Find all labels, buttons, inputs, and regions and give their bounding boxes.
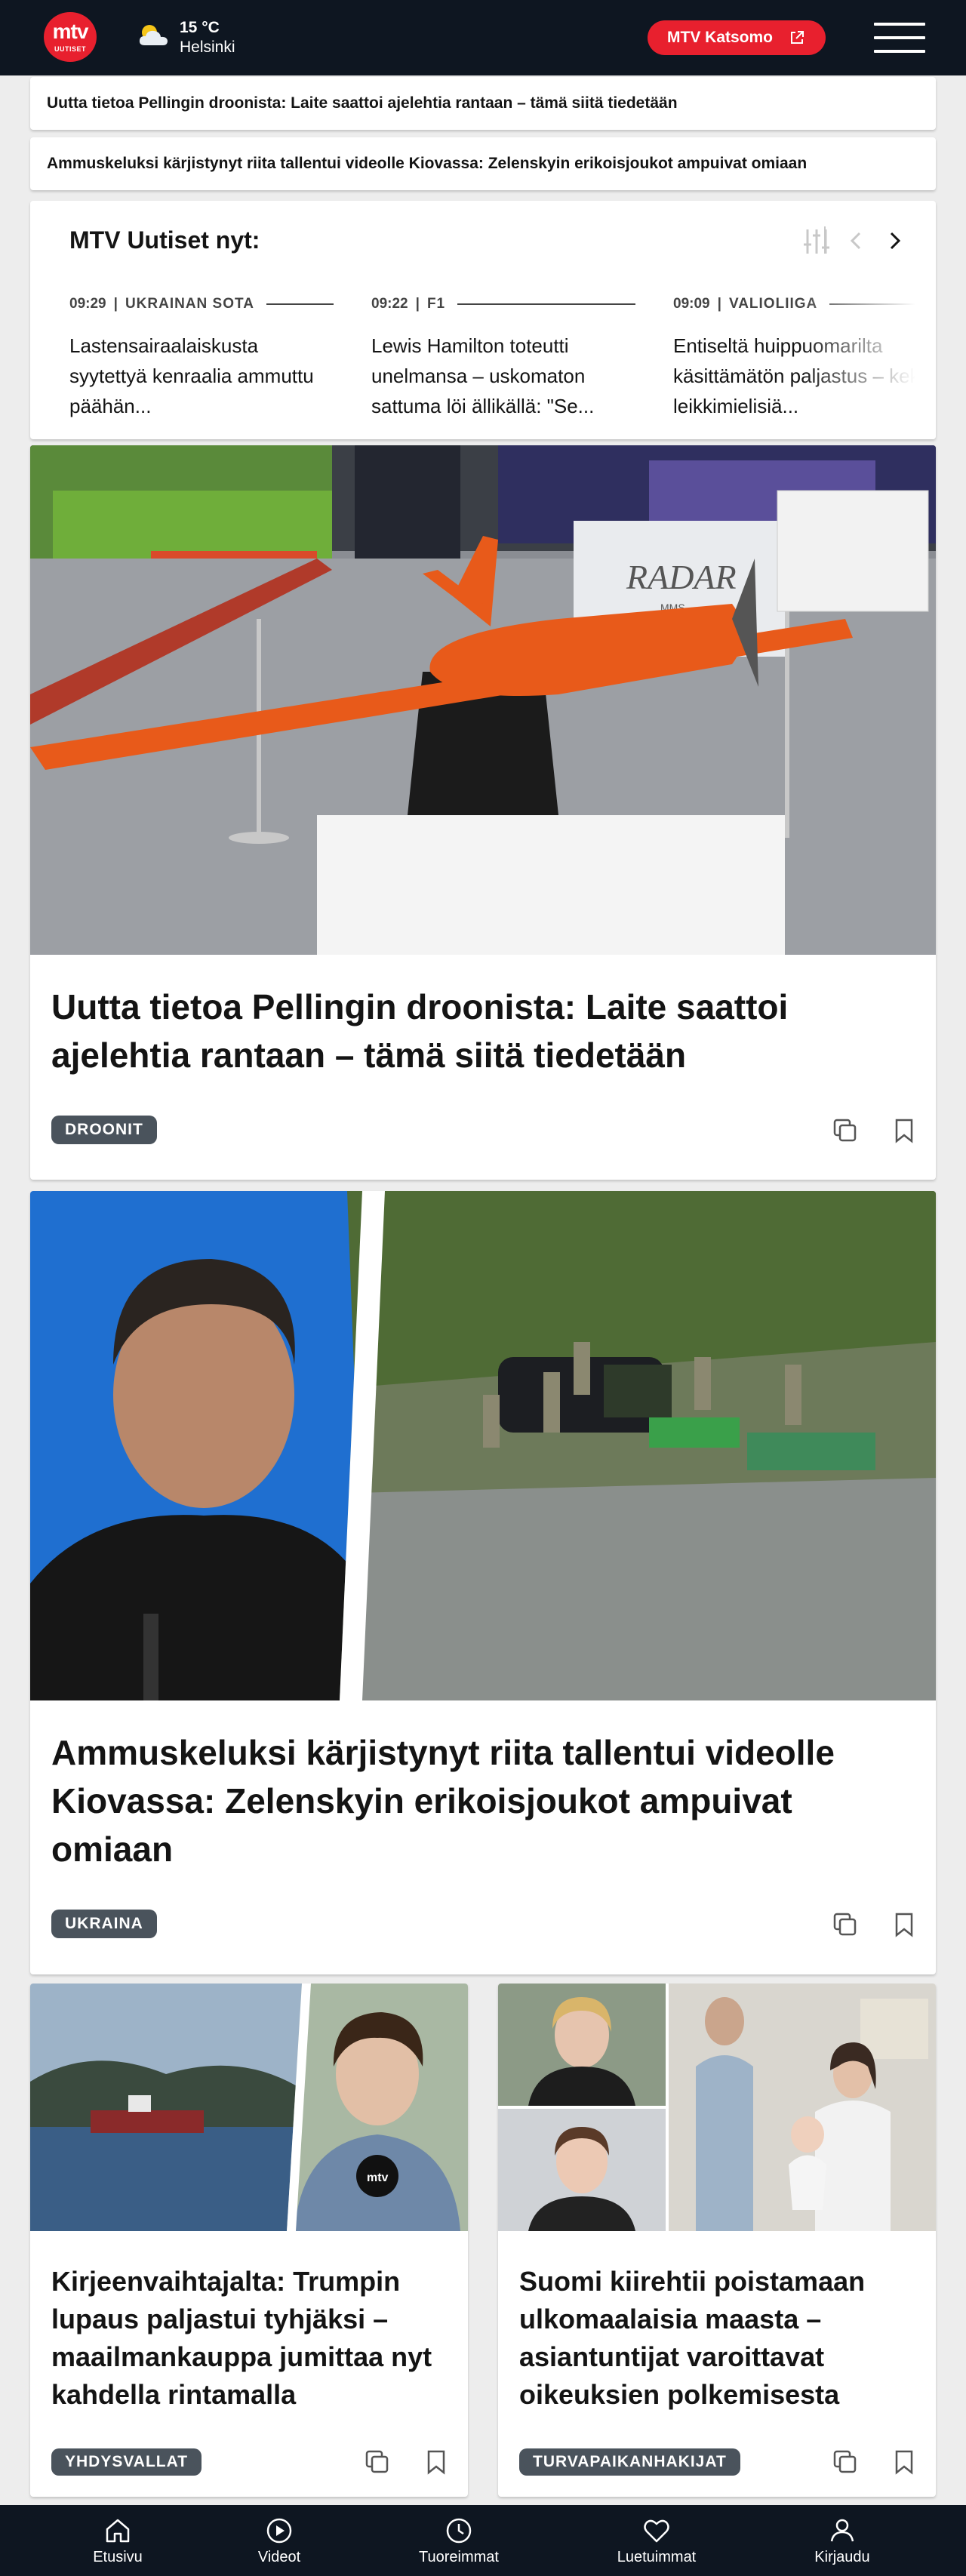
article-tag[interactable]: YHDYSVALLAT <box>51 2448 202 2476</box>
article-tag[interactable]: TURVAPAIKANHAKIJAT <box>519 2448 740 2476</box>
news-category: UKRAINAN SOTA <box>125 296 254 312</box>
external-link-icon <box>791 31 804 44</box>
radar-sign-text: RADAR <box>626 558 737 596</box>
menu-line-icon <box>874 50 925 53</box>
play-icon <box>266 2518 292 2544</box>
news-now-carousel: MTV Uutiset nyt: 09:29 | UKRAINAN SOTA Las… <box>30 201 936 439</box>
katsomo-label: MTV Katsomo <box>667 29 774 46</box>
article-tag[interactable]: UKRAINA <box>51 1910 157 1938</box>
news-now-title: MTV Uutiset nyt: <box>69 226 260 254</box>
weather-widget[interactable]: 15 °C Helsinki <box>136 17 287 59</box>
article-headline[interactable]: Kirjeenvaihtajalta: Trumpin lupaus palja… <box>51 2263 451 2414</box>
top-header: mtv UUTISET 15 °C Helsinki MTV Katsomo <box>0 0 966 75</box>
bookmark-icon[interactable] <box>889 2447 919 2477</box>
nav-item-videot[interactable]: Videot <box>219 2505 340 2576</box>
nav-label: Videot <box>257 2549 301 2565</box>
menu-line-icon <box>874 36 925 39</box>
mtv-katsomo-button[interactable]: MTV Katsomo <box>648 20 826 55</box>
mtv-uutiset-logo[interactable]: mtv UUTISET <box>44 12 97 62</box>
news-time: 09:09 <box>673 296 710 312</box>
news-time: 09:29 <box>69 296 106 312</box>
logo-text: mtv <box>52 20 89 43</box>
article-image-drone: RADAR MMS <box>30 445 936 955</box>
nav-item-tuoreimmat[interactable]: Tuoreimmat <box>398 2505 519 2576</box>
partly-cloudy-icon <box>139 25 168 45</box>
article-headline[interactable]: Ammuskeluksi kärjistynyt riita tallentui… <box>51 1728 912 1873</box>
article-image-kiova <box>30 1191 936 1700</box>
copy-link-icon[interactable] <box>830 1116 860 1146</box>
chevron-left-icon[interactable] <box>845 229 868 252</box>
bottom-navigation: Etusivu Videot Tuoreimmat Luetuimmat Kir… <box>0 2505 966 2576</box>
article-card-drone[interactable]: RADAR MMS Uutta tietoa Pellingin droonis… <box>30 445 936 1180</box>
article-card-trump[interactable]: mtv Kirjeenvaihtajalta: Trumpin lupaus p… <box>30 1984 468 2497</box>
article-headline[interactable]: Suomi kiirehtii poistamaan ulkomaalaisia… <box>519 2263 919 2414</box>
weather-temperature: 15 °C <box>180 19 220 36</box>
copy-link-icon[interactable] <box>830 2447 860 2477</box>
article-tag[interactable]: DROONIT <box>51 1116 157 1144</box>
nav-item-luetuimmat[interactable]: Luetuimmat <box>596 2505 717 2576</box>
news-now-item[interactable]: 09:22 | F1 Lewis Hamilton toteutti unelman… <box>371 296 635 421</box>
menu-button[interactable] <box>874 23 925 53</box>
nav-label: Kirjaudu <box>814 2549 870 2565</box>
nav-item-kirjaudu[interactable]: Kirjaudu <box>782 2505 903 2576</box>
news-now-item[interactable]: 09:29 | UKRAINAN SOTA Lastensairaalaiskust… <box>69 296 334 421</box>
carousel-fade <box>800 276 936 439</box>
nav-label: Etusivu <box>93 2549 143 2565</box>
menu-line-icon <box>874 23 925 26</box>
chevron-right-icon[interactable] <box>883 229 906 252</box>
copy-link-icon[interactable] <box>830 1910 860 1940</box>
weather-city: Helsinki <box>180 38 235 56</box>
article-card-kiova[interactable]: Ammuskeluksi kärjistynyt riita tallentui… <box>30 1191 936 1974</box>
heart-icon <box>644 2519 669 2543</box>
nav-label: Tuoreimmat <box>419 2549 499 2565</box>
user-icon <box>830 2519 854 2542</box>
bookmark-icon[interactable] <box>421 2447 451 2477</box>
home-icon <box>106 2519 130 2543</box>
article-headline[interactable]: Uutta tietoa Pellingin droonista: Laite … <box>51 983 912 1079</box>
article-image-asylum <box>498 1984 936 2231</box>
filter-settings-icon[interactable] <box>801 226 832 257</box>
microphone-logo-text: mtv <box>367 2171 389 2184</box>
logo-subtext: UUTISET <box>54 45 86 53</box>
nav-label: Luetuimmat <box>617 2549 697 2565</box>
divider <box>824 226 826 254</box>
clock-icon <box>446 2518 472 2544</box>
bookmark-icon[interactable] <box>889 1116 919 1146</box>
breaking-news-link-2[interactable]: Ammuskeluksi kärjistynyt riita tallentui… <box>30 137 936 190</box>
nav-item-etusivu[interactable]: Etusivu <box>57 2505 178 2576</box>
news-category: F1 <box>426 296 446 312</box>
news-text: Lewis Hamilton toteutti unelmansa – usko… <box>371 334 595 417</box>
article-image-trump: mtv <box>30 1984 468 2231</box>
article-card-asylum[interactable]: Suomi kiirehtii poistamaan ulkomaalaisia… <box>498 1984 936 2497</box>
breaking-news-link-1[interactable]: Uutta tietoa Pellingin droonista: Laite … <box>30 77 936 130</box>
news-text: Lastensairaalaiskusta syytettyä kenraali… <box>69 334 314 417</box>
bookmark-icon[interactable] <box>889 1910 919 1940</box>
copy-link-icon[interactable] <box>362 2447 392 2477</box>
news-time: 09:22 <box>371 296 408 312</box>
